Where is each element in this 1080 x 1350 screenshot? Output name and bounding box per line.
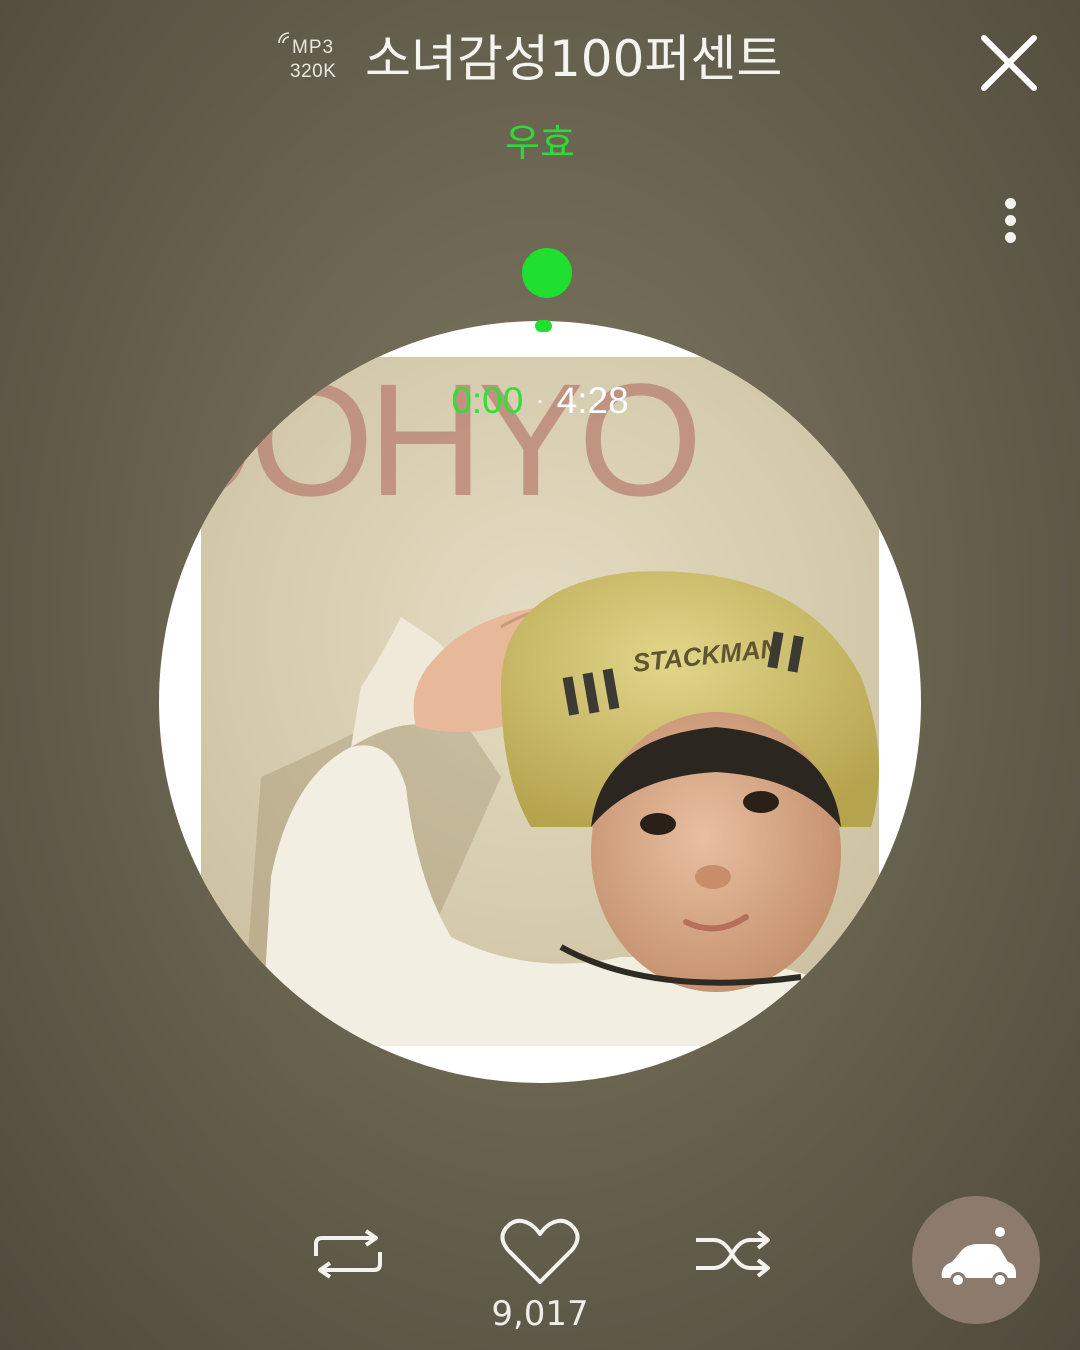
playback-time: 0:00 · 4:28 <box>0 380 1080 422</box>
current-time: 0:00 <box>451 380 524 421</box>
shuffle-icon <box>696 1230 770 1278</box>
repeat-icon <box>314 1229 382 1279</box>
artist-name[interactable]: 우효 <box>0 112 1080 167</box>
quality-bitrate: 320K <box>290 61 337 82</box>
song-title: 소녀감성100퍼센트 <box>365 30 783 88</box>
drive-mode-button[interactable] <box>912 1196 1040 1324</box>
close-button[interactable] <box>970 26 1048 104</box>
progress-knob[interactable] <box>522 248 572 298</box>
heart-icon <box>500 1218 580 1284</box>
album-art-clip: OOHYO STACKMAN <box>159 321 921 1083</box>
quality-format: MP3 <box>292 37 335 58</box>
repeat-button[interactable] <box>308 1228 388 1280</box>
total-time: 4:28 <box>556 380 629 421</box>
shuffle-button[interactable] <box>692 1228 774 1280</box>
time-separator: · <box>535 384 545 415</box>
like-button[interactable] <box>498 1218 582 1288</box>
progress-track-start <box>535 320 552 332</box>
more-vertical-icon <box>1004 198 1016 209</box>
close-icon <box>981 35 1037 91</box>
more-options-button[interactable] <box>990 192 1030 262</box>
album-art: OOHYO STACKMAN <box>201 357 879 1046</box>
car-icon <box>941 1227 1016 1288</box>
audio-quality-badge: MP3 320K <box>276 28 348 86</box>
